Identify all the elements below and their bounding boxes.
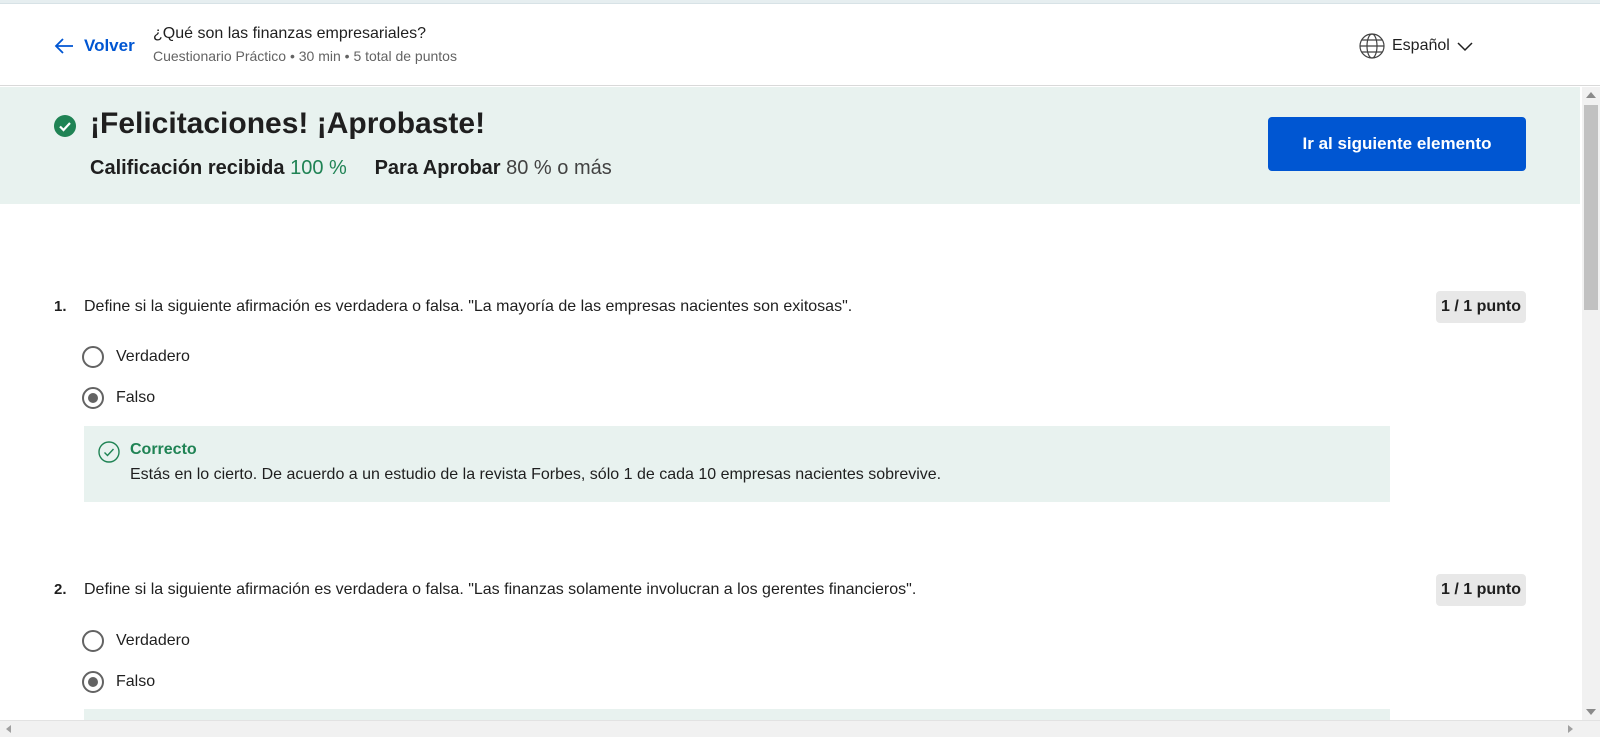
scrollbar-thumb[interactable] — [1584, 105, 1598, 310]
globe-icon — [1359, 33, 1385, 59]
option-label: Falso — [116, 673, 156, 690]
check-circle-icon — [54, 115, 76, 137]
option-label: Verdadero — [116, 632, 190, 649]
pass-value: 80 % — [506, 157, 552, 179]
option-falso-q2[interactable]: Falso — [82, 671, 155, 693]
radio-button-selected[interactable] — [82, 671, 104, 693]
radio-button[interactable] — [82, 346, 104, 368]
option-verdadero-q2[interactable]: Verdadero — [82, 630, 190, 652]
question-number: 2. — [54, 581, 67, 598]
option-label: Verdadero — [116, 348, 190, 365]
grade-label: Calificación recibida — [90, 157, 285, 179]
result-banner: ¡Felicitaciones! ¡Aprobaste! Calificació… — [0, 87, 1580, 204]
check-circle-outline-icon — [98, 441, 120, 463]
arrow-left-icon — [54, 38, 73, 54]
question-text: Define si la siguiente afirmación es ver… — [84, 581, 917, 598]
scroll-right-arrow-icon[interactable] — [1568, 725, 1573, 733]
pass-label: Para Aprobar — [374, 157, 501, 179]
horizontal-scrollbar[interactable] — [0, 720, 1600, 737]
vertical-scrollbar[interactable] — [1582, 87, 1600, 720]
scroll-left-arrow-icon[interactable] — [6, 725, 11, 733]
feedback-box-partial — [84, 709, 1390, 720]
option-falso-q1[interactable]: Falso — [82, 387, 155, 409]
scroll-down-arrow-icon[interactable] — [1586, 709, 1596, 715]
feedback-title: Correcto — [130, 441, 197, 458]
next-item-button[interactable]: Ir al siguiente elemento — [1268, 117, 1526, 171]
scroll-up-arrow-icon[interactable] — [1586, 92, 1596, 98]
back-label: Volver — [84, 36, 135, 55]
page-header: Volver ¿Qué son las finanzas empresarial… — [0, 4, 1600, 86]
question-text: Define si la siguiente afirmación es ver… — [84, 298, 853, 315]
points-badge: 1 / 1 punto — [1436, 291, 1526, 323]
grade-summary: Calificación recibida 100 % Para Aprobar… — [90, 157, 612, 180]
question-number: 1. — [54, 298, 67, 315]
page-title: ¿Qué son las finanzas empresariales? — [153, 25, 427, 42]
points-badge: 1 / 1 punto — [1436, 574, 1526, 606]
option-verdadero-q1[interactable]: Verdadero — [82, 346, 190, 368]
language-selector[interactable]: Español — [1358, 32, 1474, 60]
page-subtitle: Cuestionario Práctico • 30 min • 5 total… — [153, 48, 457, 64]
radio-button-selected[interactable] — [82, 387, 104, 409]
radio-button[interactable] — [82, 630, 104, 652]
feedback-text: Estás en lo cierto. De acuerdo a un estu… — [130, 466, 942, 483]
quiz-title-block: ¿Qué son las finanzas empresariales? Cue… — [153, 25, 457, 64]
language-label: Español — [1392, 37, 1450, 54]
chevron-down-icon — [1457, 42, 1473, 52]
back-button[interactable]: Volver — [52, 34, 135, 58]
option-label: Falso — [116, 389, 156, 406]
feedback-box: Correcto Estás en lo cierto. De acuerdo … — [84, 426, 1390, 502]
pass-suffix: o más — [557, 157, 612, 179]
result-heading: ¡Felicitaciones! ¡Aprobaste! — [90, 107, 486, 140]
grade-value: 100 % — [290, 157, 347, 179]
